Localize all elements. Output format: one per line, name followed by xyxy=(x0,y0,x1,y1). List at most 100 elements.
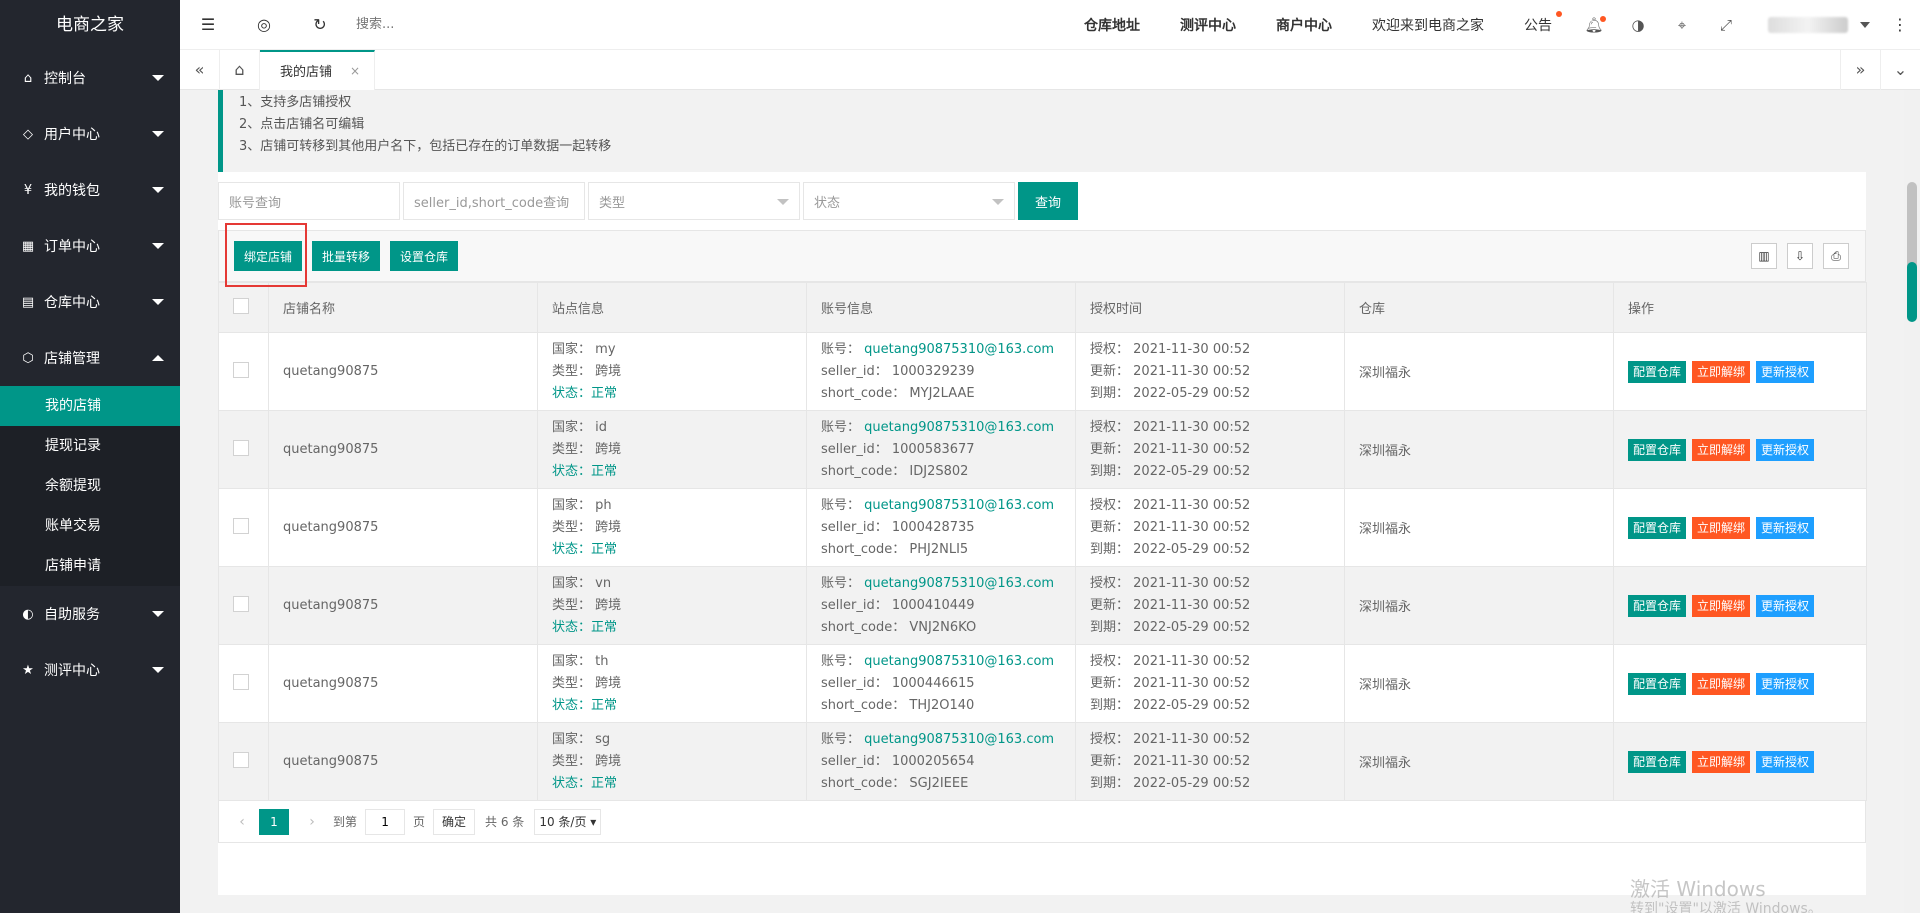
theme-icon[interactable]: ◑ xyxy=(1616,0,1660,50)
current-page[interactable]: 1 xyxy=(259,808,289,835)
set-warehouse-button[interactable]: 设置仓库 xyxy=(390,241,459,271)
query-button[interactable]: 查询 xyxy=(1018,182,1079,220)
actions-cell: 配置仓库 立即解绑 更新授权 xyxy=(1613,722,1867,801)
config-warehouse-button[interactable]: 配置仓库 xyxy=(1628,594,1687,617)
account-link[interactable]: quetang90875310@163.com xyxy=(864,732,1054,747)
store-name-cell[interactable]: quetang90875 xyxy=(268,566,538,645)
nav-warehouse-address[interactable]: 仓库地址 xyxy=(1064,15,1160,35)
renew-auth-button[interactable]: 更新授权 xyxy=(1756,516,1815,539)
unbind-button[interactable]: 立即解绑 xyxy=(1692,438,1751,461)
config-warehouse-button[interactable]: 配置仓库 xyxy=(1628,672,1687,695)
config-warehouse-button[interactable]: 配置仓库 xyxy=(1628,360,1687,383)
home-tab-icon[interactable]: ⌂ xyxy=(220,49,260,90)
store-name-cell[interactable]: quetang90875 xyxy=(268,722,538,801)
renew-auth-button[interactable]: 更新授权 xyxy=(1756,594,1815,617)
row-checkbox[interactable] xyxy=(233,595,249,612)
globe-icon[interactable]: ◎ xyxy=(236,0,292,50)
page-number-input[interactable] xyxy=(365,808,406,835)
type-label: 类型： xyxy=(552,363,592,379)
page-size-label: 10 条/页 xyxy=(539,815,587,829)
account-link[interactable]: quetang90875310@163.com xyxy=(864,654,1054,669)
page-size-select[interactable]: 10 条/页 ▾ xyxy=(534,808,602,835)
type-select[interactable]: 类型 xyxy=(588,182,800,220)
page-scrollbar[interactable] xyxy=(1904,90,1920,913)
prev-page-icon[interactable]: ‹ xyxy=(229,814,255,830)
auth-time-cell: 授权： 2021-11-30 00:52 更新： 2021-11-30 00:52… xyxy=(1075,410,1345,489)
sidebar-item-user-center[interactable]: ◇ 用户中心 xyxy=(0,106,180,162)
tag-icon[interactable]: ⌖ xyxy=(1660,0,1704,50)
renew-auth-button[interactable]: 更新授权 xyxy=(1756,360,1815,383)
nav-review-center[interactable]: 测评中心 xyxy=(1160,15,1256,35)
renew-auth-button[interactable]: 更新授权 xyxy=(1756,750,1815,773)
next-page-icon[interactable]: › xyxy=(299,814,325,830)
unbind-button[interactable]: 立即解绑 xyxy=(1692,516,1751,539)
bell-icon[interactable]: 🔔︎ xyxy=(1572,0,1616,50)
bind-store-button[interactable]: 绑定店铺 xyxy=(234,241,303,271)
submenu-my-store[interactable]: 我的店铺 xyxy=(0,386,180,426)
export-icon[interactable]: ⇩ xyxy=(1787,243,1813,269)
store-name[interactable]: quetang90875 xyxy=(283,598,378,613)
seller-search-input[interactable]: seller_id,short_code查询 xyxy=(403,182,585,220)
row-checkbox[interactable] xyxy=(233,361,249,378)
row-checkbox[interactable] xyxy=(233,439,249,456)
status-select[interactable]: 状态 xyxy=(803,182,1015,220)
refresh-icon[interactable]: ↻ xyxy=(292,0,348,50)
submenu-bill-transactions[interactable]: 账单交易 xyxy=(0,506,180,546)
user-menu[interactable] xyxy=(1748,16,1880,33)
config-warehouse-button[interactable]: 配置仓库 xyxy=(1628,516,1687,539)
sidebar-item-wallet[interactable]: ¥ 我的钱包 xyxy=(0,162,180,218)
config-warehouse-button[interactable]: 配置仓库 xyxy=(1628,750,1687,773)
account-search-input[interactable]: 账号查询 xyxy=(218,182,400,220)
store-name-cell[interactable]: quetang90875 xyxy=(268,644,538,723)
tabs-menu-icon[interactable]: ⌄ xyxy=(1880,49,1920,90)
account-link[interactable]: quetang90875310@163.com xyxy=(864,420,1054,435)
unbind-button[interactable]: 立即解绑 xyxy=(1692,672,1751,695)
seller-id-label: seller_id： xyxy=(821,519,888,535)
sidebar-item-warehouse[interactable]: ▤ 仓库中心 xyxy=(0,274,180,330)
unbind-button[interactable]: 立即解绑 xyxy=(1692,594,1751,617)
columns-icon[interactable]: ▥ xyxy=(1751,243,1777,269)
account-link[interactable]: quetang90875310@163.com xyxy=(864,342,1054,357)
store-name[interactable]: quetang90875 xyxy=(283,364,378,379)
close-icon[interactable]: × xyxy=(350,64,360,78)
select-all-checkbox[interactable] xyxy=(233,297,249,314)
store-name-cell[interactable]: quetang90875 xyxy=(268,332,538,411)
renew-auth-button[interactable]: 更新授权 xyxy=(1756,672,1815,695)
store-name[interactable]: quetang90875 xyxy=(283,520,378,535)
unbind-button[interactable]: 立即解绑 xyxy=(1692,360,1751,383)
store-name-cell[interactable]: quetang90875 xyxy=(268,488,538,567)
fullscreen-icon[interactable]: ⤢ xyxy=(1704,0,1748,50)
batch-transfer-button[interactable]: 批量转移 xyxy=(312,241,381,271)
submenu-withdraw-records[interactable]: 提现记录 xyxy=(0,426,180,466)
account-link[interactable]: quetang90875310@163.com xyxy=(864,576,1054,591)
submenu-store-apply[interactable]: 店铺申请 xyxy=(0,546,180,586)
row-select-cell xyxy=(218,722,269,801)
row-checkbox[interactable] xyxy=(233,673,249,690)
store-name[interactable]: quetang90875 xyxy=(283,442,378,457)
submenu-balance-withdraw[interactable]: 余额提现 xyxy=(0,466,180,506)
sidebar-item-orders[interactable]: ▦ 订单中心 xyxy=(0,218,180,274)
sidebar-item-review-center[interactable]: ★ 测评中心 xyxy=(0,642,180,698)
sidebar-item-store-management[interactable]: ⬡ 店铺管理 xyxy=(0,330,180,386)
print-icon[interactable]: ⎙ xyxy=(1823,243,1849,269)
tab-my-store[interactable]: 我的店铺 × xyxy=(260,49,376,90)
config-warehouse-button[interactable]: 配置仓库 xyxy=(1628,438,1687,461)
more-vertical-icon[interactable]: ⋮ xyxy=(1880,15,1920,34)
row-checkbox[interactable] xyxy=(233,517,249,534)
nav-merchant-center[interactable]: 商户中心 xyxy=(1256,15,1352,35)
tabs-scroll-right-icon[interactable]: » xyxy=(1840,49,1880,90)
sidebar-item-self-service[interactable]: ◐ 自助服务 xyxy=(0,586,180,642)
store-name[interactable]: quetang90875 xyxy=(283,754,378,769)
renew-auth-button[interactable]: 更新授权 xyxy=(1756,438,1815,461)
store-name[interactable]: quetang90875 xyxy=(283,676,378,691)
menu-toggle-icon[interactable]: ☰ xyxy=(180,0,236,50)
confirm-page-button[interactable]: 确定 xyxy=(433,808,476,835)
row-checkbox[interactable] xyxy=(233,751,249,768)
unbind-button[interactable]: 立即解绑 xyxy=(1692,750,1751,773)
account-link[interactable]: quetang90875310@163.com xyxy=(864,498,1054,513)
search-input[interactable] xyxy=(356,9,536,40)
sidebar-item-console[interactable]: ⌂ 控制台 xyxy=(0,50,180,106)
nav-announcement[interactable]: 公告 xyxy=(1504,10,1572,35)
tabs-scroll-left-icon[interactable]: « xyxy=(180,49,220,90)
store-name-cell[interactable]: quetang90875 xyxy=(268,410,538,489)
